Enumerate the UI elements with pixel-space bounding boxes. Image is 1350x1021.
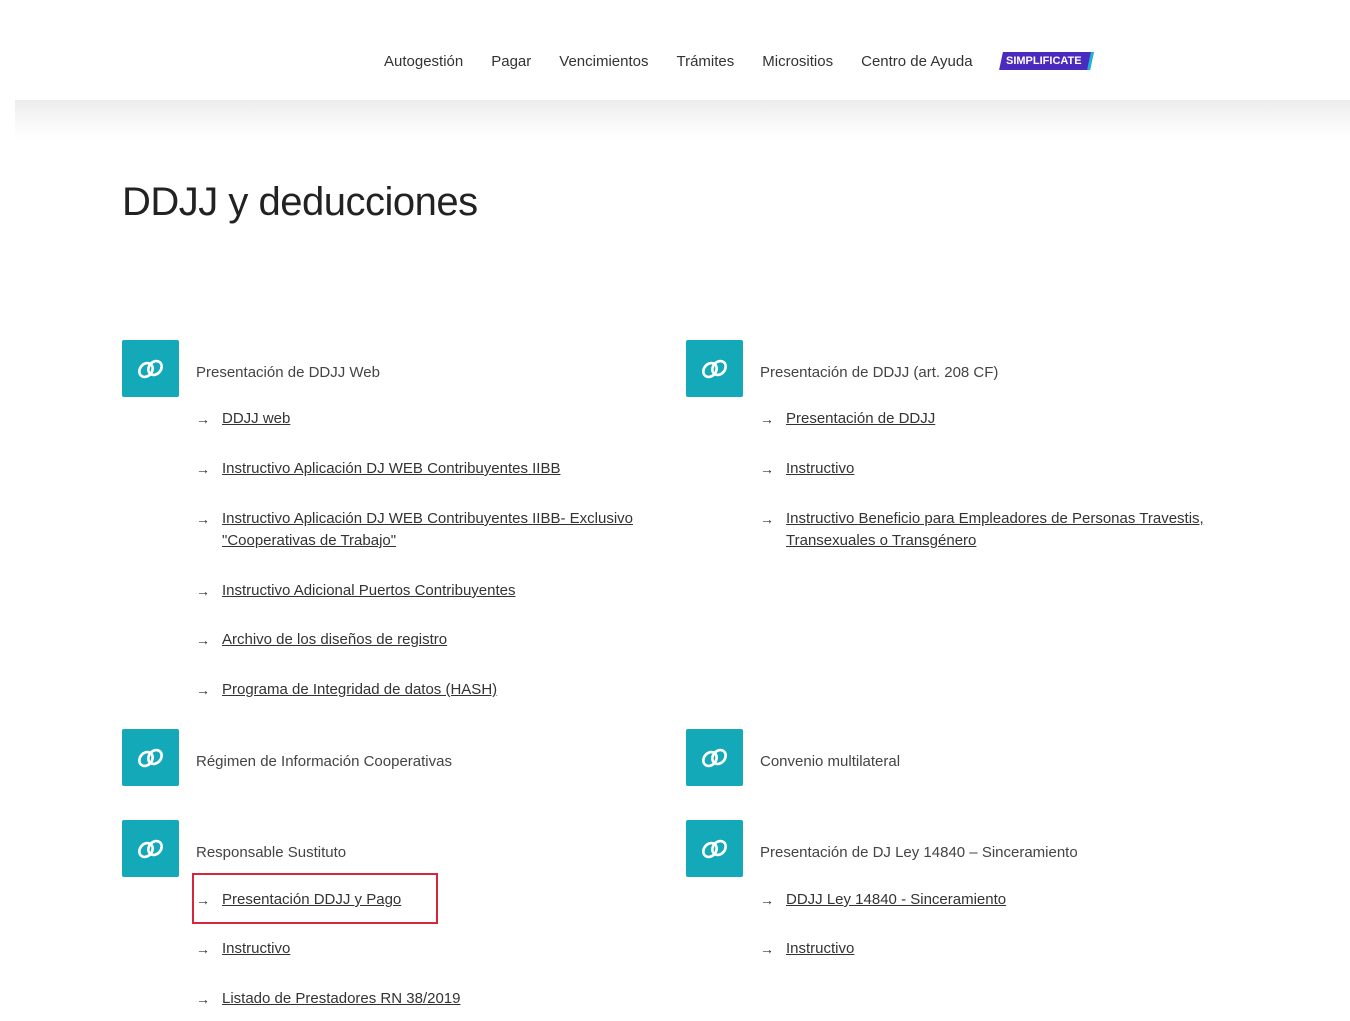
arrow-right-icon: → [196,461,210,477]
link-text-line: DDJJ web [222,410,291,427]
simplificate-badge[interactable]: SIMPLIFICATE [998,52,1094,70]
link-text-line: Transexuales o Transgénero [786,532,977,549]
link-icon [122,820,179,877]
link-item: → Instructivo [760,938,854,960]
link-item: → Instructivo Aplicación DJ WEB Contribuy… [196,508,633,552]
arrow-right-icon: → [196,511,210,527]
nav-centro-de-ayuda[interactable]: Centro de Ayuda [861,53,972,70]
link-listado-de-prestadores-rn-38-2019[interactable]: Listado de Prestadores RN 38/2019 [222,988,460,1010]
link-item: → Instructivo [760,458,854,480]
chain-link-icon [137,359,163,378]
link-item: → Archivo de los diseños de registro [196,629,447,651]
link-text-line: Instructivo Aplicación DJ WEB Contribuye… [222,510,633,527]
arrow-right-icon: → [196,632,210,648]
link-item: → Instructivo Beneficio para Empleadores … [760,508,1204,552]
section-title: Responsable Sustituto [196,844,347,861]
top-bar-shadow [15,100,1350,140]
link-instructivo-aplicacion-dj-web-contribuye[interactable]: Instructivo Aplicación DJ WEB Contribuye… [222,458,560,480]
chain-link-icon [701,359,727,378]
section-title: Presentación de DDJJ Web [196,364,380,381]
chain-link-icon [701,839,727,858]
link-instructivo-beneficio-para-empleadores-d[interactable]: Instructivo Beneficio para Empleadores d… [786,508,1204,552]
chain-link-icon [701,748,727,767]
link-item: → Presentación de DDJJ [760,408,935,430]
link-icon [686,820,743,877]
arrow-right-icon: → [196,583,210,599]
arrow-right-icon: → [760,941,774,957]
page-title: DDJJ y deducciones [122,180,478,224]
simplificate-badge-label: SIMPLIFICATE [1005,55,1082,67]
section-title: Presentación de DJ Ley 14840 – Sincerami… [760,844,1078,861]
link-text-line: Instructivo Adicional Puertos Contribuye… [222,582,516,599]
link-item: → Instructivo Adicional Puertos Contribuy… [196,580,516,602]
link-instructivo[interactable]: Instructivo [222,938,290,960]
chain-link-icon [137,839,163,858]
main-nav: Autogestión Pagar Vencimientos Trámites … [384,49,1094,73]
link-item: → DDJJ Ley 14840 - Sinceramiento [760,889,1006,911]
link-ddjj-web[interactable]: DDJJ web [222,408,290,430]
link-text-line: Presentación de DDJJ [786,410,936,427]
link-item: → Programa de Integridad de datos (HASH) [196,679,497,701]
link-archivo-de-los-disenos-de-registro[interactable]: Archivo de los diseños de registro [222,629,447,651]
link-text-line: Listado de Prestadores RN 38/2019 [222,990,461,1007]
link-icon [686,729,743,786]
arrow-right-icon: → [196,991,210,1007]
link-instructivo-aplicacion-dj-web-contribuye[interactable]: Instructivo Aplicación DJ WEB Contribuye… [222,508,633,552]
nav-vencimientos[interactable]: Vencimientos [559,53,648,70]
link-instructivo[interactable]: Instructivo [786,938,854,960]
link-text-line: Instructivo Aplicación DJ WEB Contribuye… [222,460,561,477]
link-programa-de-integridad-de-datos-hash[interactable]: Programa de Integridad de datos (HASH) [222,679,497,701]
chain-link-icon [137,748,163,767]
arrow-right-icon: → [196,682,210,698]
section-title: Convenio multilateral [760,753,901,770]
arrow-right-icon: → [760,511,774,527]
nav-pagar[interactable]: Pagar [491,53,531,70]
link-item: → Instructivo Aplicación DJ WEB Contribuy… [196,458,560,480]
arrow-right-icon: → [760,892,774,908]
nav-micrositios[interactable]: Micrositios [762,53,833,70]
link-item: → Instructivo [196,938,290,960]
link-text-line: Instructivo [786,940,855,957]
highlight-box [192,873,438,924]
link-icon [122,729,179,786]
link-icon [686,340,743,397]
nav-tramites[interactable]: Trámites [676,53,734,70]
link-text-line: DDJJ Ley 14840 - Sinceramiento [786,891,1007,908]
link-item: → Listado de Prestadores RN 38/2019 [196,988,460,1010]
link-text-line: Instructivo Beneficio para Empleadores d… [786,510,1204,527]
link-text-line: Instructivo [222,940,291,957]
link-instructivo[interactable]: Instructivo [786,458,854,480]
section-title: Presentación de DDJJ (art. 208 CF) [760,364,999,381]
link-presentacion-de-ddjj[interactable]: Presentación de DDJJ [786,408,935,430]
arrow-right-icon: → [196,941,210,957]
link-instructivo-adicional-puertos-contribuye[interactable]: Instructivo Adicional Puertos Contribuye… [222,580,516,602]
arrow-right-icon: → [196,411,210,427]
link-text-line: "Cooperativas de Trabajo" [222,532,397,549]
link-text-line: Instructivo [786,460,855,477]
link-ddjj-ley-14840-sinceramiento[interactable]: DDJJ Ley 14840 - Sinceramiento [786,889,1006,911]
link-text-line: Archivo de los diseños de registro [222,631,448,648]
link-icon [122,340,179,397]
link-text-line: Programa de Integridad de datos (HASH) [222,681,498,698]
nav-autogestion[interactable]: Autogestión [384,53,463,70]
section-title: Régimen de Información Cooperativas [196,753,452,770]
arrow-right-icon: → [760,461,774,477]
link-item: → DDJJ web [196,408,290,430]
arrow-right-icon: → [760,411,774,427]
